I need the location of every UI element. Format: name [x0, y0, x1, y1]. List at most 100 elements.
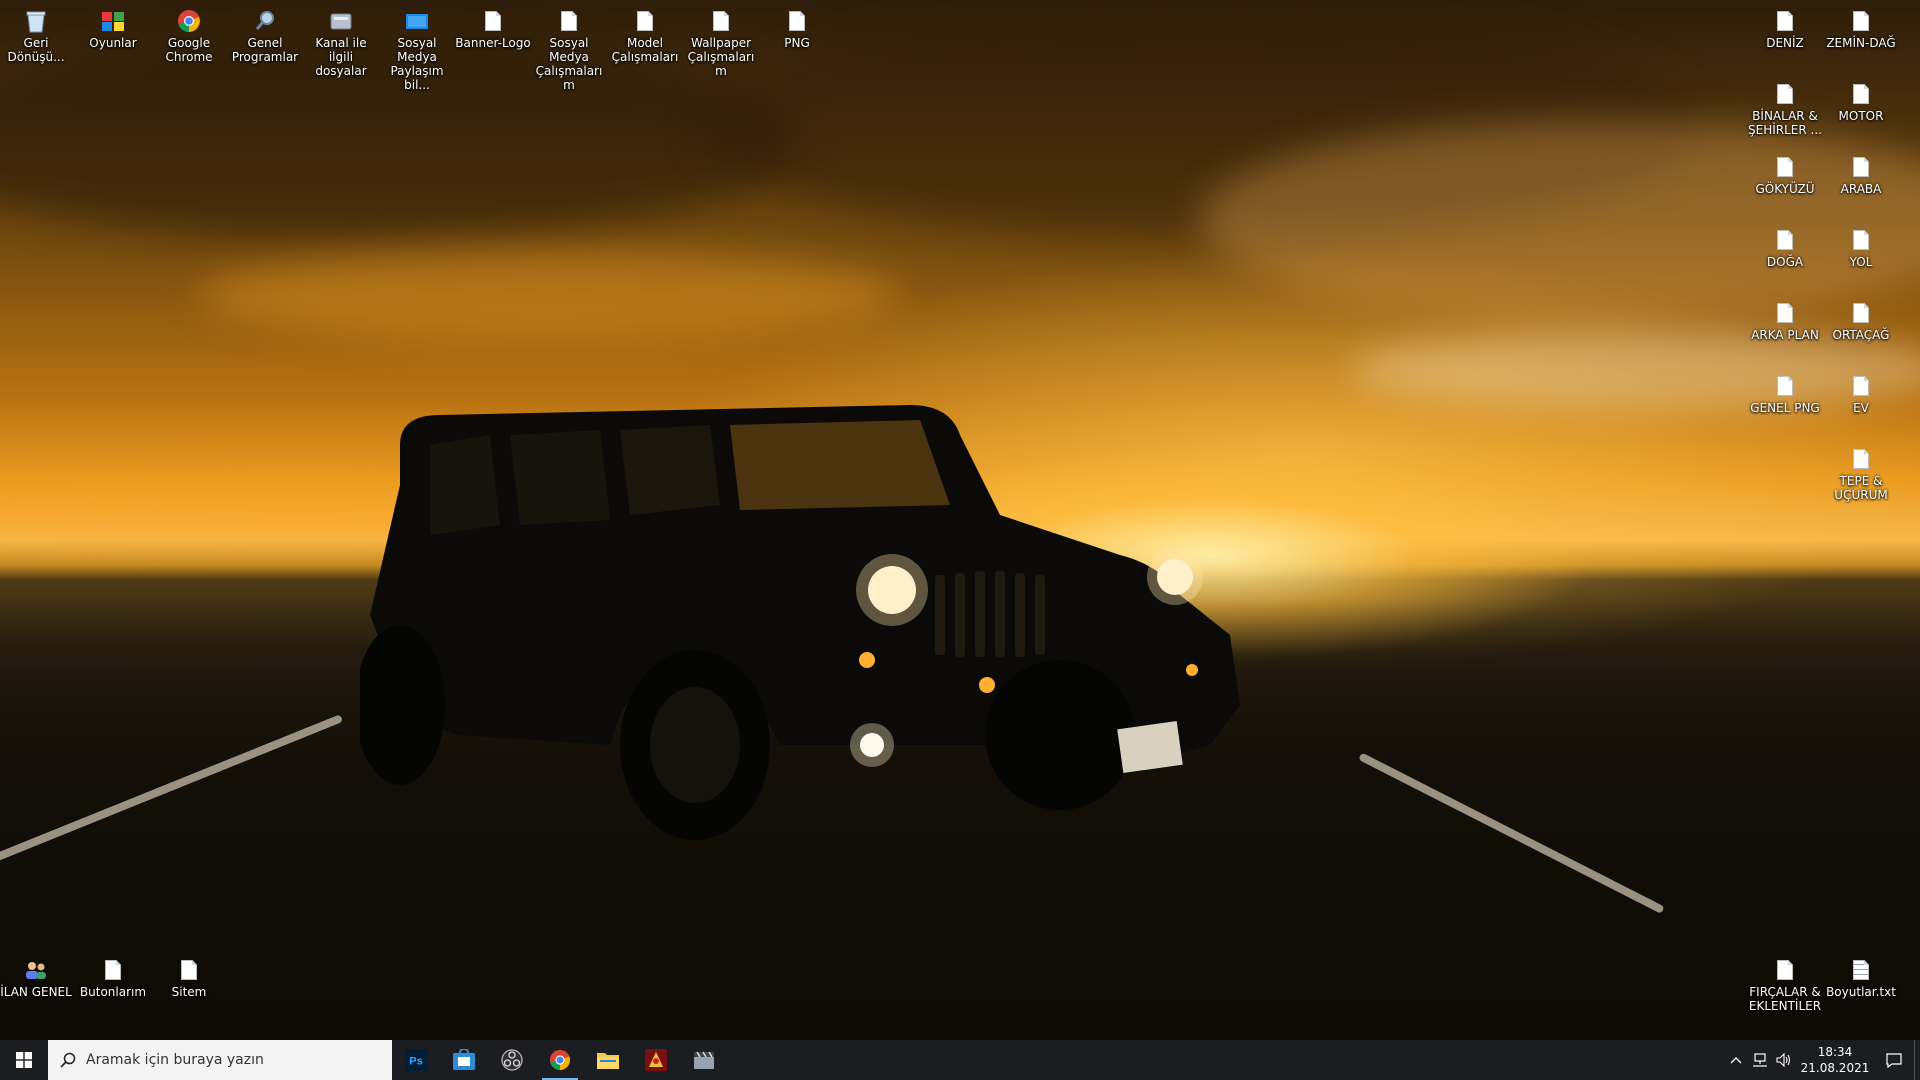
- taskbar-app-chrome[interactable]: [536, 1040, 584, 1080]
- desktop-icon-model-calismalari[interactable]: Model Çalışmaları: [607, 2, 683, 64]
- desktop-icon-label: ZEMİN-DAĞ: [1826, 36, 1896, 50]
- file-icon: [1848, 446, 1874, 472]
- file-icon: [784, 8, 810, 34]
- desktop-icon-label: Wallpaper Çalışmalarım: [687, 36, 755, 78]
- text-file-icon: [1848, 957, 1874, 983]
- desktop-icon-games[interactable]: Oyunlar: [75, 2, 151, 50]
- desktop-icon-arka-plan[interactable]: ARKA PLAN: [1747, 294, 1823, 342]
- desktop-icon-label: MOTOR: [1838, 109, 1884, 123]
- desktop-icon-boyutlar-txt[interactable]: Boyutlar.txt: [1823, 951, 1899, 999]
- shop-app-icon: [453, 1049, 475, 1070]
- desktop-icon-genel-png[interactable]: GENEL PNG: [1747, 367, 1823, 415]
- network-button[interactable]: [1748, 1040, 1772, 1080]
- search-folder-icon: [252, 8, 278, 34]
- desktop-icon-gokyuzu[interactable]: GÖKYÜZÜ: [1747, 148, 1823, 196]
- desktop-icon-label: ARKA PLAN: [1751, 328, 1819, 342]
- file-icon: [1848, 154, 1874, 180]
- desktop-icon-yol[interactable]: YOL: [1823, 221, 1899, 269]
- search-input[interactable]: [86, 1052, 376, 1068]
- file-icon: [176, 957, 202, 983]
- desktop-icon-label: Banner-Logo: [455, 36, 531, 50]
- search-icon: [60, 1052, 76, 1068]
- desktop-icon-recycle-bin[interactable]: Geri Dönüşü...: [0, 2, 74, 64]
- desktop-icon-label: BİNALAR & ŞEHİRLER ...: [1748, 109, 1822, 137]
- taskbar-app-photoshop[interactable]: Ps: [392, 1040, 440, 1080]
- file-icon: [556, 8, 582, 34]
- desktop-icon-banner-logo[interactable]: Banner-Logo: [455, 2, 531, 50]
- desktop-icon-sosyal-medya-paylasim[interactable]: Sosyal Medya Paylaşım bil...: [379, 2, 455, 92]
- desktop-icon-label: Butonlarım: [79, 985, 147, 999]
- desktop-icon-ilan-genel[interactable]: İLAN GENEL: [0, 951, 74, 999]
- game-app-icon: [645, 1049, 667, 1071]
- desktop-icon-butonlarim[interactable]: Butonlarım: [75, 951, 151, 999]
- desktop-icon-label: Geri Dönüşü...: [7, 36, 65, 64]
- show-hidden-icons-button[interactable]: [1724, 1040, 1748, 1080]
- desktop-wallpaper: [0, 0, 1920, 1040]
- desktop-icon-label: Sosyal Medya Paylaşım bil...: [390, 36, 444, 92]
- users-folder-icon: [23, 957, 49, 983]
- file-icon: [1772, 227, 1798, 253]
- desktop-icon-genel-programlar[interactable]: Genel Programlar: [227, 2, 303, 64]
- desktop-icon-label: Boyutlar.txt: [1826, 985, 1896, 999]
- desktop-icon-label: Sosyal Medya Çalışmalarım: [535, 36, 603, 92]
- desktop-icon-motor[interactable]: MOTOR: [1823, 75, 1899, 123]
- desktop-icon-label: GÖKYÜZÜ: [1755, 182, 1815, 196]
- desktop-icon-ev[interactable]: EV: [1823, 367, 1899, 415]
- file-icon: [480, 8, 506, 34]
- taskbar-app-game[interactable]: [632, 1040, 680, 1080]
- file-icon: [100, 957, 126, 983]
- desktop-icon-label: Kanal ile ilgili dosyalar: [315, 36, 367, 78]
- file-icon: [1772, 81, 1798, 107]
- obs-icon: [501, 1049, 523, 1071]
- taskbar-clock[interactable]: 18:34 21.08.2021: [1796, 1040, 1874, 1080]
- desktop-icon-ortacag[interactable]: ORTAÇAĞ: [1823, 294, 1899, 342]
- desktop-icon-sitem[interactable]: Sitem: [151, 951, 227, 999]
- file-icon: [1848, 300, 1874, 326]
- network-icon: [1753, 1053, 1767, 1067]
- taskbar: Ps: [0, 1040, 1920, 1080]
- desktop-icon-label: EV: [1853, 401, 1869, 415]
- action-center-button[interactable]: [1874, 1040, 1914, 1080]
- taskbar-search-box[interactable]: [48, 1040, 392, 1080]
- speaker-icon: [1776, 1053, 1791, 1067]
- volume-button[interactable]: [1772, 1040, 1796, 1080]
- taskbar-app-file-explorer[interactable]: [584, 1040, 632, 1080]
- file-icon: [1848, 8, 1874, 34]
- desktop-icon-wallpaper-calismalarim[interactable]: Wallpaper Çalışmalarım: [683, 2, 759, 78]
- svg-text:Ps: Ps: [409, 1056, 422, 1068]
- desktop-icon-doga[interactable]: DOĞA: [1747, 221, 1823, 269]
- desktop-icon-binalar-sehirler[interactable]: BİNALAR & ŞEHİRLER ...: [1747, 75, 1823, 137]
- chrome-icon: [176, 8, 202, 34]
- system-tray: 18:34 21.08.2021: [1724, 1040, 1920, 1080]
- file-icon: [632, 8, 658, 34]
- desktop-icon-deniz[interactable]: DENİZ: [1747, 2, 1823, 50]
- clock-time: 18:34: [1817, 1045, 1853, 1059]
- taskbar-app-store[interactable]: [440, 1040, 488, 1080]
- file-icon: [1848, 227, 1874, 253]
- desktop-icon-sosyal-medya-calismalarim[interactable]: Sosyal Medya Çalışmalarım: [531, 2, 607, 92]
- show-desktop-button[interactable]: [1914, 1040, 1920, 1080]
- desktop-icon-fircalar-eklentiler[interactable]: FIRÇALAR & EKLENTİLER: [1747, 951, 1823, 1013]
- taskbar-app-obs[interactable]: [488, 1040, 536, 1080]
- desktop-icon-zemin-dag[interactable]: ZEMİN-DAĞ: [1823, 2, 1899, 50]
- start-button[interactable]: [0, 1040, 48, 1080]
- file-icon: [1772, 8, 1798, 34]
- desktop-icon-label: PNG: [784, 36, 810, 50]
- monitor-folder-icon: [404, 8, 430, 34]
- desktop-icon-label: Model Çalışmaları: [611, 36, 679, 64]
- taskbar-app-clapper[interactable]: [680, 1040, 728, 1080]
- desktop-icon-png[interactable]: PNG: [759, 2, 835, 50]
- photoshop-icon: Ps: [405, 1049, 427, 1071]
- desktop-icon-label: DOĞA: [1766, 255, 1804, 269]
- desktop-icon-label: DENİZ: [1766, 36, 1804, 50]
- desktop-icon-kanal-dosyalar[interactable]: Kanal ile ilgili dosyalar: [303, 2, 379, 78]
- desktop-icon-label: İLAN GENEL: [0, 985, 72, 999]
- desktop-icon-tepe-ucurum[interactable]: TEPE & UÇURUM: [1823, 440, 1899, 502]
- clapper-app-icon: [694, 1051, 714, 1069]
- file-icon: [1772, 373, 1798, 399]
- desktop-icon-label: Google Chrome: [165, 36, 213, 64]
- desktop-icon-label: Genel Programlar: [231, 36, 299, 64]
- desktop-icon-google-chrome[interactable]: Google Chrome: [151, 2, 227, 64]
- notification-icon: [1886, 1052, 1902, 1068]
- desktop-icon-araba[interactable]: ARABA: [1823, 148, 1899, 196]
